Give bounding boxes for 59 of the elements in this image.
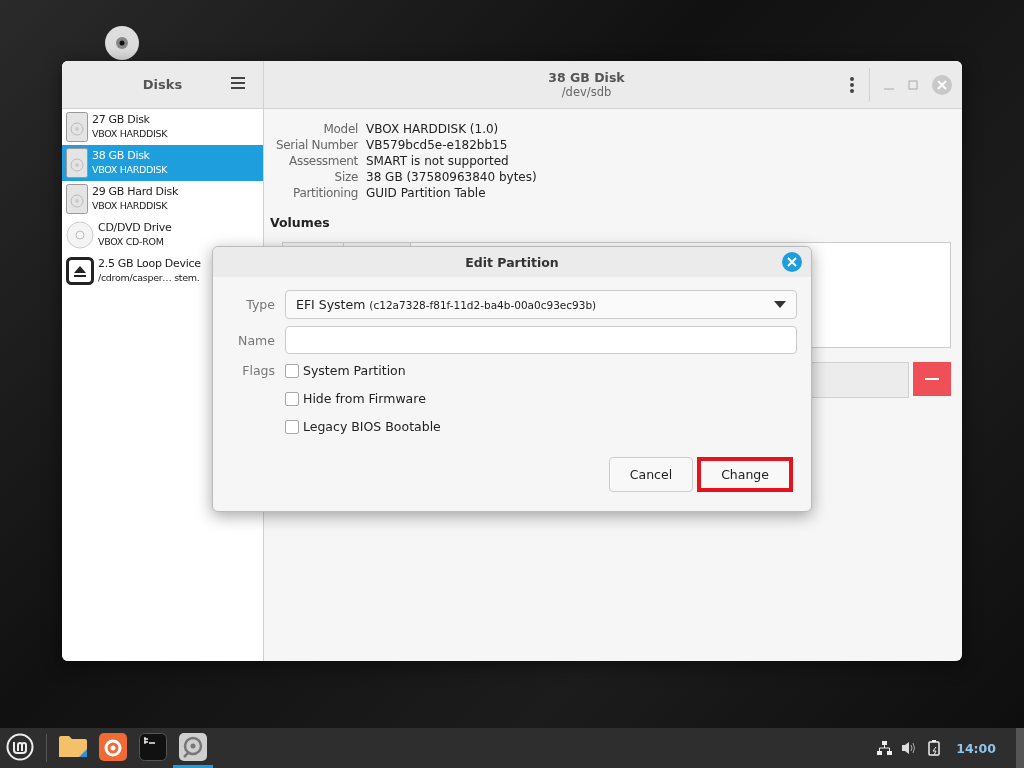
dialog-button[interactable]: Cancel	[608, 457, 694, 492]
property-label: Serial Number	[274, 137, 358, 153]
property-value: GUID Partition Table	[366, 185, 487, 201]
checkbox-label: Legacy BIOS Bootable	[303, 419, 441, 434]
more-options-icon[interactable]	[849, 75, 855, 94]
eject-icon	[66, 256, 94, 286]
section-heading: Volumes	[269, 214, 331, 230]
close-button[interactable]	[782, 252, 802, 272]
checkbox-label: System Partition	[303, 363, 406, 378]
field-label: Name	[237, 332, 275, 348]
minus-icon	[925, 378, 939, 380]
property-value: VB579bcd5e-e182bb15	[366, 137, 509, 153]
drive-detail: /cdrom/casper… stem.	[98, 271, 201, 285]
field-label: Flags	[241, 362, 275, 378]
drive-item[interactable]: 2.5 GB Loop Device /cdrom/casper… stem.	[62, 253, 263, 289]
menu-logo-icon[interactable]	[6, 732, 34, 761]
property-value: SMART is not supported	[366, 153, 510, 169]
network-icon[interactable]	[877, 741, 893, 755]
checkbox[interactable]	[285, 363, 299, 378]
drive-item[interactable]: 29 GB Hard Disk VBOX HARDDISK	[62, 181, 263, 217]
property-label: Partitioning	[292, 185, 358, 201]
property-label: Size	[333, 169, 358, 185]
drive-detail: VBOX CD-ROM	[98, 235, 165, 249]
window-subtitle: /dev/sdb	[561, 85, 612, 99]
checkbox-label: Hide from Firmware	[303, 391, 426, 406]
disks-app-icon[interactable]	[179, 732, 207, 761]
menu-icon[interactable]	[231, 77, 245, 89]
close-icon	[787, 257, 797, 267]
dropdown-arrow-icon	[774, 301, 786, 308]
type-dropdown[interactable]: EFI System (c12a7328-f81f-11d2-ba4b-00a0c93ec93b)	[285, 290, 797, 319]
terminal-icon[interactable]	[139, 732, 167, 761]
battery-icon[interactable]	[928, 740, 943, 756]
property-label: Model	[322, 121, 358, 137]
drive-detail: VBOX HARDDISK	[92, 163, 168, 177]
drive-name: 27 GB Disk	[92, 113, 151, 127]
drive-detail: VBOX HARDDISK	[92, 199, 169, 213]
drive-name: CD/DVD Drive	[98, 221, 172, 235]
property-value: 38 GB (37580963840 bytes)	[366, 169, 538, 185]
drive-detail: VBOX HARDDISK	[92, 127, 168, 141]
field-label: Type	[245, 297, 275, 312]
checkbox[interactable]	[285, 391, 299, 406]
disc-icon	[66, 221, 94, 249]
dialog-title: Edit Partition	[465, 254, 559, 270]
window-title: 38 GB Disk	[548, 70, 625, 85]
dialog-button[interactable]: Change	[697, 457, 793, 492]
browser-icon[interactable]	[99, 732, 127, 761]
property-label: Assessment	[288, 153, 358, 169]
drive-item[interactable]: CD/DVD Drive VBOX CD-ROM	[62, 217, 263, 253]
sidebar-title: Disks	[142, 77, 183, 92]
drive-name: 2.5 GB Loop Device	[98, 257, 201, 271]
clock[interactable]: 14:00	[956, 740, 996, 756]
drive-name: 38 GB Disk	[92, 149, 151, 163]
folder-icon[interactable]	[59, 734, 87, 759]
property-value: VBOX HARDDISK (1.0)	[366, 121, 500, 137]
drive-item[interactable]: 27 GB Disk VBOX HARDDISK	[62, 109, 263, 145]
drive-name: 29 GB Hard Disk	[92, 185, 178, 199]
checkbox[interactable]	[285, 419, 299, 434]
name-field[interactable]	[285, 326, 797, 354]
delete-partition-button[interactable]	[913, 362, 951, 396]
